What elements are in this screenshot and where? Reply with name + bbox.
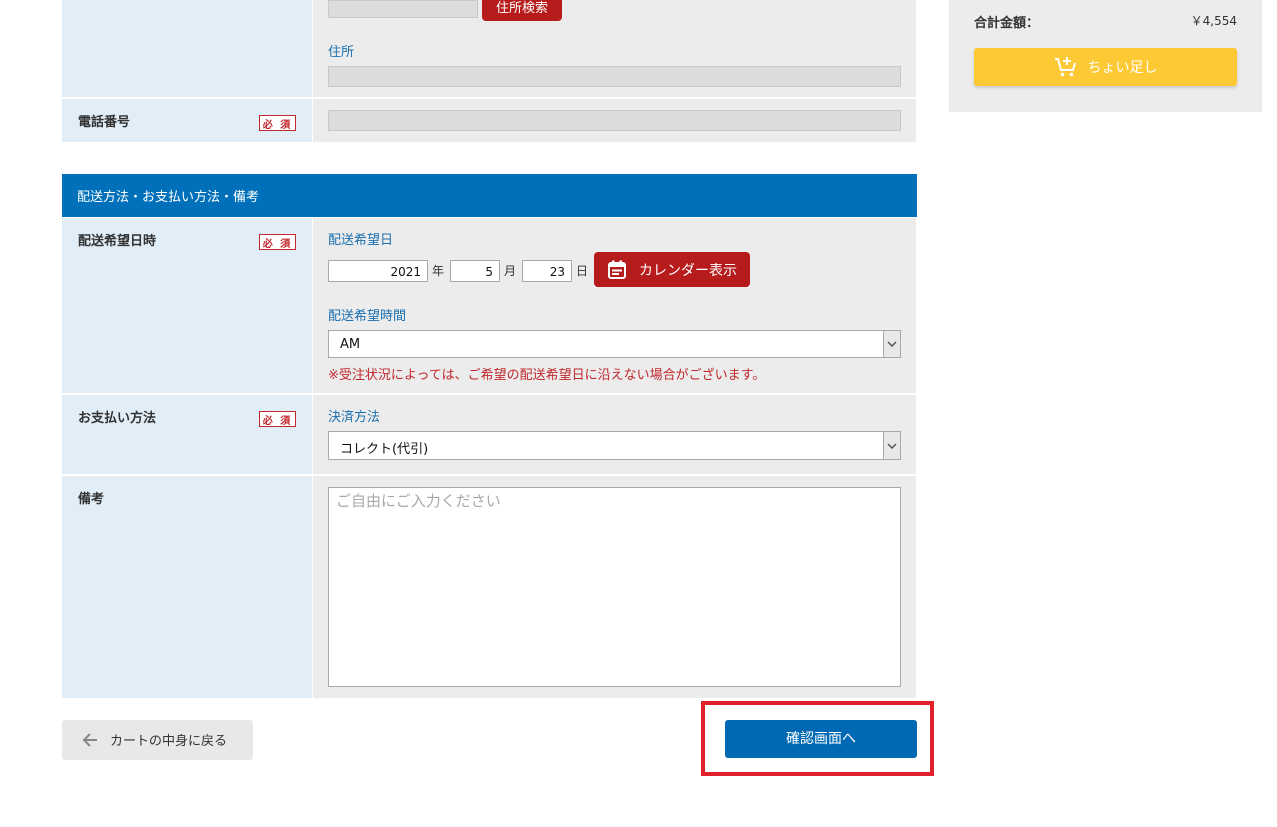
delivery-required-badge: 必 須 [259, 234, 296, 250]
payment-method-value: コレクト(代引) [340, 442, 429, 457]
month-unit: 月 [504, 264, 517, 278]
cart-plus-icon [1054, 56, 1078, 78]
delivery-month-input[interactable]: 5 [450, 260, 500, 282]
arrow-left-icon [80, 730, 100, 750]
payment-label: お支払い方法 [78, 411, 157, 426]
back-to-cart-label: カートの中身に戻る [110, 734, 228, 749]
total-value: ￥4,554 [1190, 14, 1237, 28]
address-label-cell [62, 0, 312, 97]
address-input[interactable] [328, 66, 901, 87]
back-to-cart-button[interactable]: カートの中身に戻る [62, 720, 253, 760]
payment-method-select[interactable]: コレクト(代引) [328, 431, 901, 460]
remarks-label-cell [62, 476, 312, 698]
delivery-day-input[interactable]: 23 [522, 260, 572, 282]
delivery-year-input[interactable]: 2021 [328, 260, 428, 282]
delivery-section-title: 配送方法・お支払い方法・備考 [77, 190, 260, 205]
payment-required-badge: 必 須 [259, 411, 296, 427]
chevron-down-icon[interactable] [883, 432, 900, 459]
confirm-button-label: 確認画面へ [786, 731, 856, 747]
phone-input[interactable] [328, 110, 901, 131]
calendar-button-label: カレンダー表示 [639, 262, 737, 279]
delivery-time-value: AM [340, 337, 361, 352]
day-unit: 日 [576, 264, 589, 278]
delivery-time-select[interactable]: AM [328, 330, 901, 358]
address-sublabel: 住所 [328, 45, 355, 60]
postal-code-input[interactable] [328, 0, 478, 18]
delivery-date-sublabel: 配送希望日 [328, 233, 394, 248]
chevron-down-icon[interactable] [883, 331, 900, 357]
phone-required-badge: 必 須 [259, 115, 296, 131]
year-unit: 年 [432, 264, 445, 278]
phone-label: 電話番号 [78, 115, 131, 130]
remarks-label: 備考 [78, 492, 105, 507]
remarks-textarea[interactable] [328, 487, 901, 687]
total-label: 合計金額： [974, 16, 1040, 31]
payment-method-sublabel: 決済方法 [328, 410, 381, 425]
delivery-time-sublabel: 配送希望時間 [328, 309, 407, 324]
calendar-button[interactable]: カレンダー表示 [594, 252, 750, 287]
address-search-label: 住所検索 [495, 1, 548, 16]
add-more-label: ちょい足し [1087, 60, 1158, 76]
add-more-button[interactable]: ちょい足し [974, 48, 1237, 86]
delivery-notice: ※受注状況によっては、ご希望の配送希望日に沿えない場合がございます。 [328, 368, 766, 383]
address-search-button[interactable]: 住所検索 [482, 0, 562, 21]
calendar-icon [607, 260, 627, 280]
delivery-datetime-label: 配送希望日時 [78, 234, 157, 249]
confirm-button[interactable]: 確認画面へ [725, 720, 917, 758]
delivery-section-header: 配送方法・お支払い方法・備考 [62, 174, 917, 217]
